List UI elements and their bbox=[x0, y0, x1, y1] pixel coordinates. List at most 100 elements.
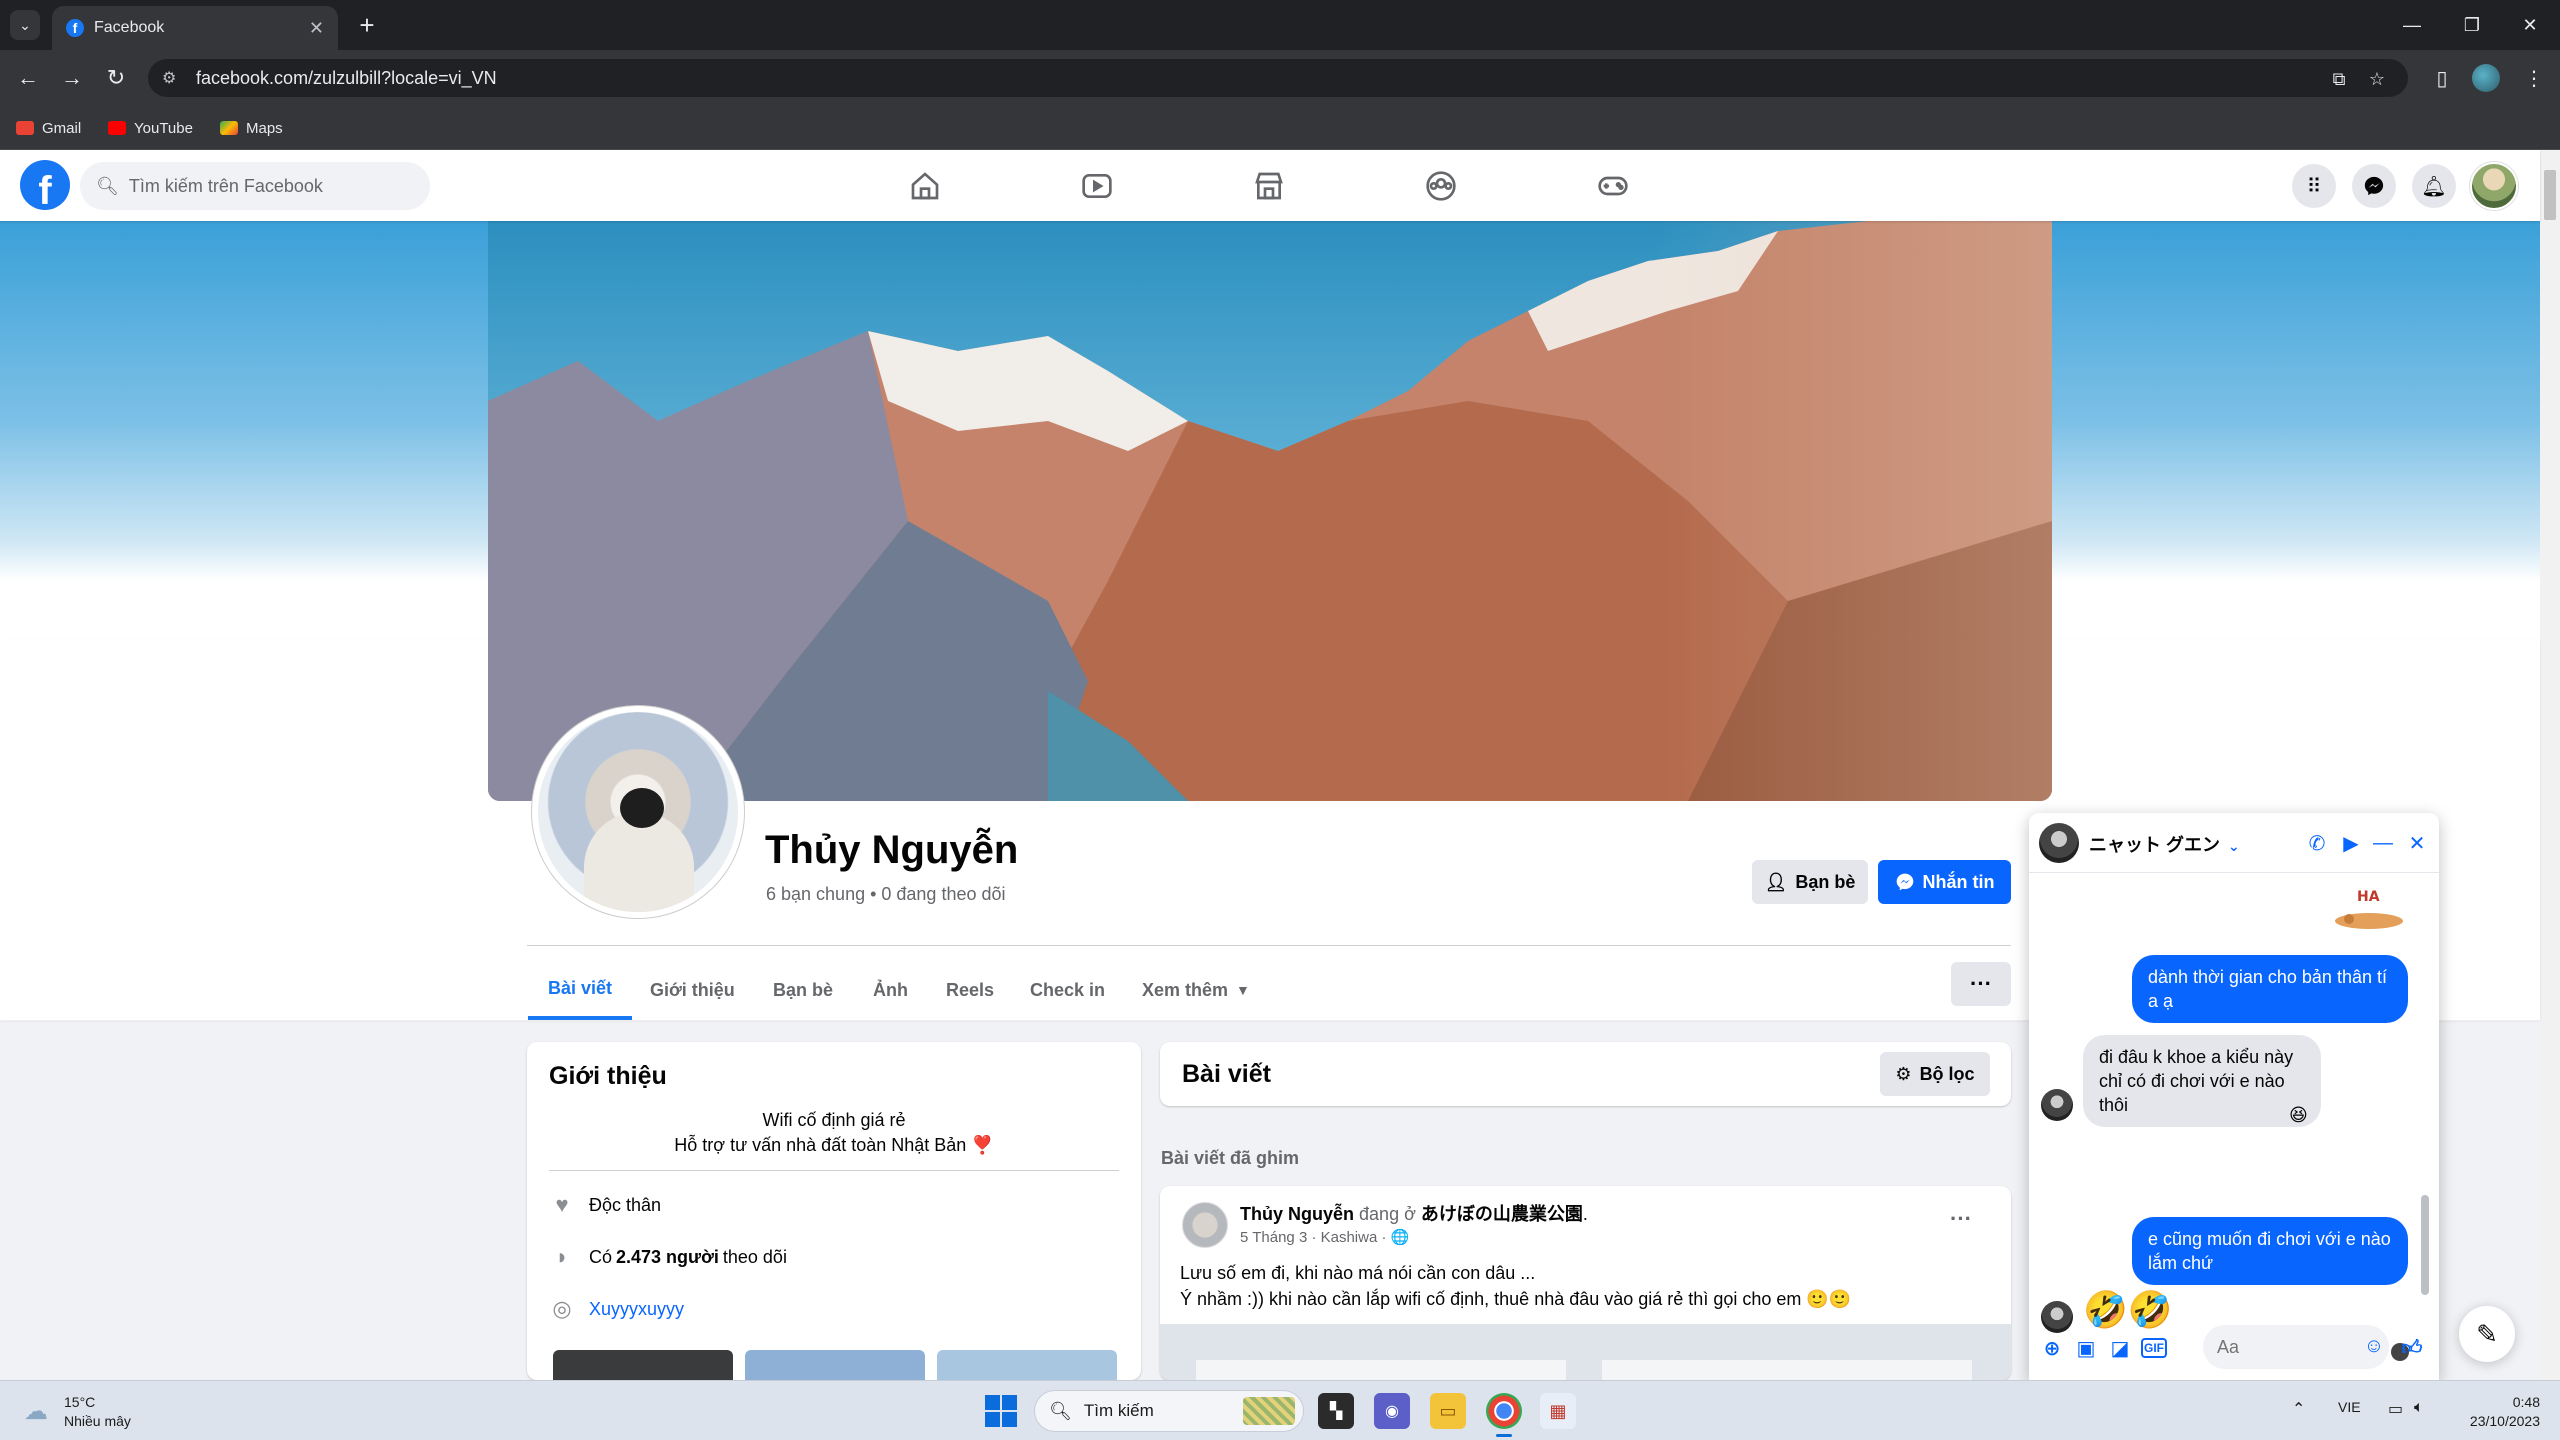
tab-friends[interactable]: Bạn bè bbox=[753, 960, 853, 1020]
tab-reels[interactable]: Reels bbox=[926, 960, 1014, 1020]
facebook-search-input[interactable]: 🔍︎ Tìm kiếm trên Facebook bbox=[80, 162, 430, 210]
plus-circle-icon[interactable]: ⊕ bbox=[2039, 1335, 2065, 1361]
chat-message-sent: dành thời gian cho bản thân tí a ạ bbox=[2132, 955, 2408, 1023]
post-author-name[interactable]: Thủy Nguyễn bbox=[1240, 1204, 1354, 1224]
window-close-icon[interactable]: ✕ bbox=[2500, 0, 2560, 50]
chrome-icon[interactable] bbox=[1486, 1393, 1522, 1437]
tab-posts[interactable]: Bài viết bbox=[528, 960, 633, 1020]
browser-tab-facebook[interactable]: f Facebook ✕ bbox=[52, 6, 338, 50]
gaming-icon[interactable] bbox=[1593, 166, 1633, 206]
bookmark-maps[interactable]: Maps bbox=[220, 116, 283, 140]
instagram-link[interactable]: Xuyyyxuyyy bbox=[589, 1299, 684, 1320]
input-language[interactable]: VIE bbox=[2338, 1399, 2361, 1415]
featured-photo-1[interactable] bbox=[553, 1350, 733, 1380]
chat-window: ニャット グエン ⌄ ✆ ▶ — ✕ HA dành thời gian cho … bbox=[2029, 813, 2439, 1380]
chat-contact-avatar[interactable] bbox=[2039, 823, 2079, 863]
post-author-avatar[interactable] bbox=[1182, 1202, 1228, 1248]
message-reaction[interactable]: 😆 bbox=[2289, 1105, 2308, 1126]
post-image[interactable] bbox=[1160, 1324, 2011, 1380]
notifications-bell-icon[interactable]: 🔔︎ bbox=[2412, 164, 2456, 208]
teams-chat-icon[interactable]: ◉ bbox=[1374, 1393, 1410, 1429]
file-explorer-icon[interactable]: ▭ bbox=[1430, 1393, 1466, 1429]
restore-icon[interactable]: ❐ bbox=[2442, 0, 2502, 50]
chat-contact-name[interactable]: ニャット グエン ⌄ bbox=[2089, 831, 2240, 857]
forward-icon[interactable]: → bbox=[56, 62, 88, 94]
followers-count-link[interactable]: 2.473 người bbox=[616, 1247, 719, 1268]
minimize-chat-icon[interactable]: — bbox=[2369, 829, 2397, 857]
account-avatar[interactable] bbox=[2470, 162, 2518, 210]
post-meta[interactable]: 5 Tháng 3 · Kashiwa · 🌐 bbox=[1240, 1228, 1409, 1246]
address-bar[interactable]: ⚙ facebook.com/zulzulbill?locale=vi_VN ⧉… bbox=[148, 59, 2408, 97]
post-location-link[interactable]: あけぼの山農業公園 bbox=[1421, 1204, 1583, 1224]
post-options-icon[interactable]: ··· bbox=[1950, 1206, 1972, 1232]
more-options-button[interactable]: ··· bbox=[1951, 962, 2011, 1006]
volume-icon[interactable]: 🔈︎ bbox=[2414, 1399, 2424, 1417]
site-info-icon[interactable]: ⚙ bbox=[162, 68, 182, 88]
weather-temperature[interactable]: 15°C bbox=[64, 1394, 95, 1410]
video-call-icon[interactable]: ▶ bbox=[2337, 829, 2365, 857]
home-icon[interactable] bbox=[905, 166, 945, 206]
search-icon: 🔍︎ bbox=[1049, 1400, 1072, 1421]
featured-photo-3[interactable] bbox=[937, 1350, 1117, 1380]
cover-photo[interactable] bbox=[488, 221, 2052, 801]
bookmark-gmail[interactable]: Gmail bbox=[16, 116, 81, 140]
marketplace-icon[interactable] bbox=[1249, 166, 1289, 206]
tab-see-more[interactable]: Xem thêm ▼ bbox=[1122, 960, 1270, 1020]
sticker-icon: HA bbox=[2335, 889, 2403, 929]
install-app-icon[interactable]: ⧉ bbox=[2328, 68, 2350, 90]
store-apps-icon[interactable]: ▦ bbox=[1540, 1393, 1576, 1429]
side-panel-icon[interactable]: ▯ bbox=[2428, 64, 2456, 92]
windows-start-icon[interactable] bbox=[985, 1395, 1017, 1427]
tab-about[interactable]: Giới thiệu bbox=[630, 960, 755, 1020]
filter-button[interactable]: ⚙ Bộ lọc bbox=[1880, 1052, 1990, 1096]
mutual-friends-text[interactable]: 6 bạn chung • 0 đang theo dõi bbox=[766, 884, 1006, 905]
image-icon[interactable]: ▣ bbox=[2073, 1335, 2099, 1361]
network-icon[interactable]: ▭ bbox=[2388, 1399, 2403, 1419]
messenger-icon[interactable] bbox=[2352, 164, 2396, 208]
bookmark-youtube[interactable]: YouTube bbox=[108, 116, 193, 140]
gif-icon[interactable]: GIF bbox=[2141, 1338, 2167, 1358]
tab-search-chevron-icon[interactable]: ⌄ bbox=[10, 10, 40, 40]
tab-close-icon[interactable]: ✕ bbox=[309, 18, 324, 39]
page-scrollbar[interactable] bbox=[2540, 150, 2560, 1380]
browser-profile-avatar[interactable] bbox=[2472, 64, 2500, 92]
caret-down-icon: ▼ bbox=[1236, 982, 1250, 998]
clock[interactable]: 0:48 23/10/2023 bbox=[2440, 1393, 2540, 1431]
menu-grid-icon[interactable]: ⠿ bbox=[2292, 164, 2336, 208]
tab-check-in[interactable]: Check in bbox=[1010, 960, 1125, 1020]
message-button[interactable]: Nhắn tin bbox=[1878, 860, 2011, 904]
facebook-logo-icon[interactable]: f bbox=[20, 160, 70, 210]
rss-followers-icon: ◗ bbox=[555, 1244, 569, 1269]
emoji-icon[interactable]: ☺ bbox=[2361, 1333, 2387, 1359]
profile-picture[interactable] bbox=[532, 706, 744, 918]
cloud-weather-icon[interactable]: ☁ bbox=[24, 1397, 54, 1425]
groups-icon[interactable] bbox=[1421, 166, 1461, 206]
back-icon[interactable]: ← bbox=[12, 62, 44, 94]
friends-button[interactable]: 👤︎ Bạn bè bbox=[1752, 860, 1868, 904]
bookmark-star-icon[interactable]: ☆ bbox=[2366, 68, 2388, 90]
phone-call-icon[interactable]: ✆ bbox=[2303, 829, 2331, 857]
browser-menu-icon[interactable]: ⋮ bbox=[2520, 64, 2548, 92]
tab-photos[interactable]: Ảnh bbox=[853, 960, 928, 1020]
chat-contact-mini-avatar bbox=[2041, 1089, 2073, 1121]
post-author-line: Thủy Nguyễn đang ở あけぼの山農業公園. bbox=[1240, 1204, 1588, 1224]
taskbar-search[interactable]: 🔍︎ Tìm kiếm bbox=[1034, 1390, 1304, 1432]
reload-icon[interactable]: ↻ bbox=[100, 62, 132, 94]
new-message-compose-icon[interactable]: ✎ bbox=[2459, 1306, 2515, 1362]
page-scrollbar-thumb[interactable] bbox=[2544, 170, 2556, 220]
close-chat-icon[interactable]: ✕ bbox=[2403, 829, 2431, 857]
chat-scrollbar[interactable] bbox=[2421, 887, 2429, 1297]
sticker-face-icon[interactable]: ◪ bbox=[2107, 1335, 2133, 1361]
tray-overflow-chevron-icon[interactable]: ⌃ bbox=[2292, 1399, 2305, 1419]
new-tab-icon[interactable]: + bbox=[352, 10, 382, 40]
pinned-post: Thủy Nguyễn đang ở あけぼの山農業公園. 5 Tháng 3 … bbox=[1160, 1186, 2011, 1380]
minimize-icon[interactable]: — bbox=[2382, 0, 2442, 50]
video-icon[interactable] bbox=[1077, 166, 1117, 206]
task-view-icon[interactable]: ▚ bbox=[1318, 1393, 1354, 1429]
like-thumb-icon[interactable]: 👍︎ bbox=[2399, 1335, 2425, 1361]
chat-header: ニャット グエン ⌄ ✆ ▶ — ✕ bbox=[2029, 813, 2439, 873]
search-icon: 🔍︎ bbox=[96, 175, 119, 196]
chat-messages[interactable]: HA dành thời gian cho bản thân tí a ạ đi… bbox=[2029, 873, 2439, 1361]
featured-photo-2[interactable] bbox=[745, 1350, 925, 1380]
weather-description[interactable]: Nhiều mây bbox=[64, 1413, 131, 1429]
